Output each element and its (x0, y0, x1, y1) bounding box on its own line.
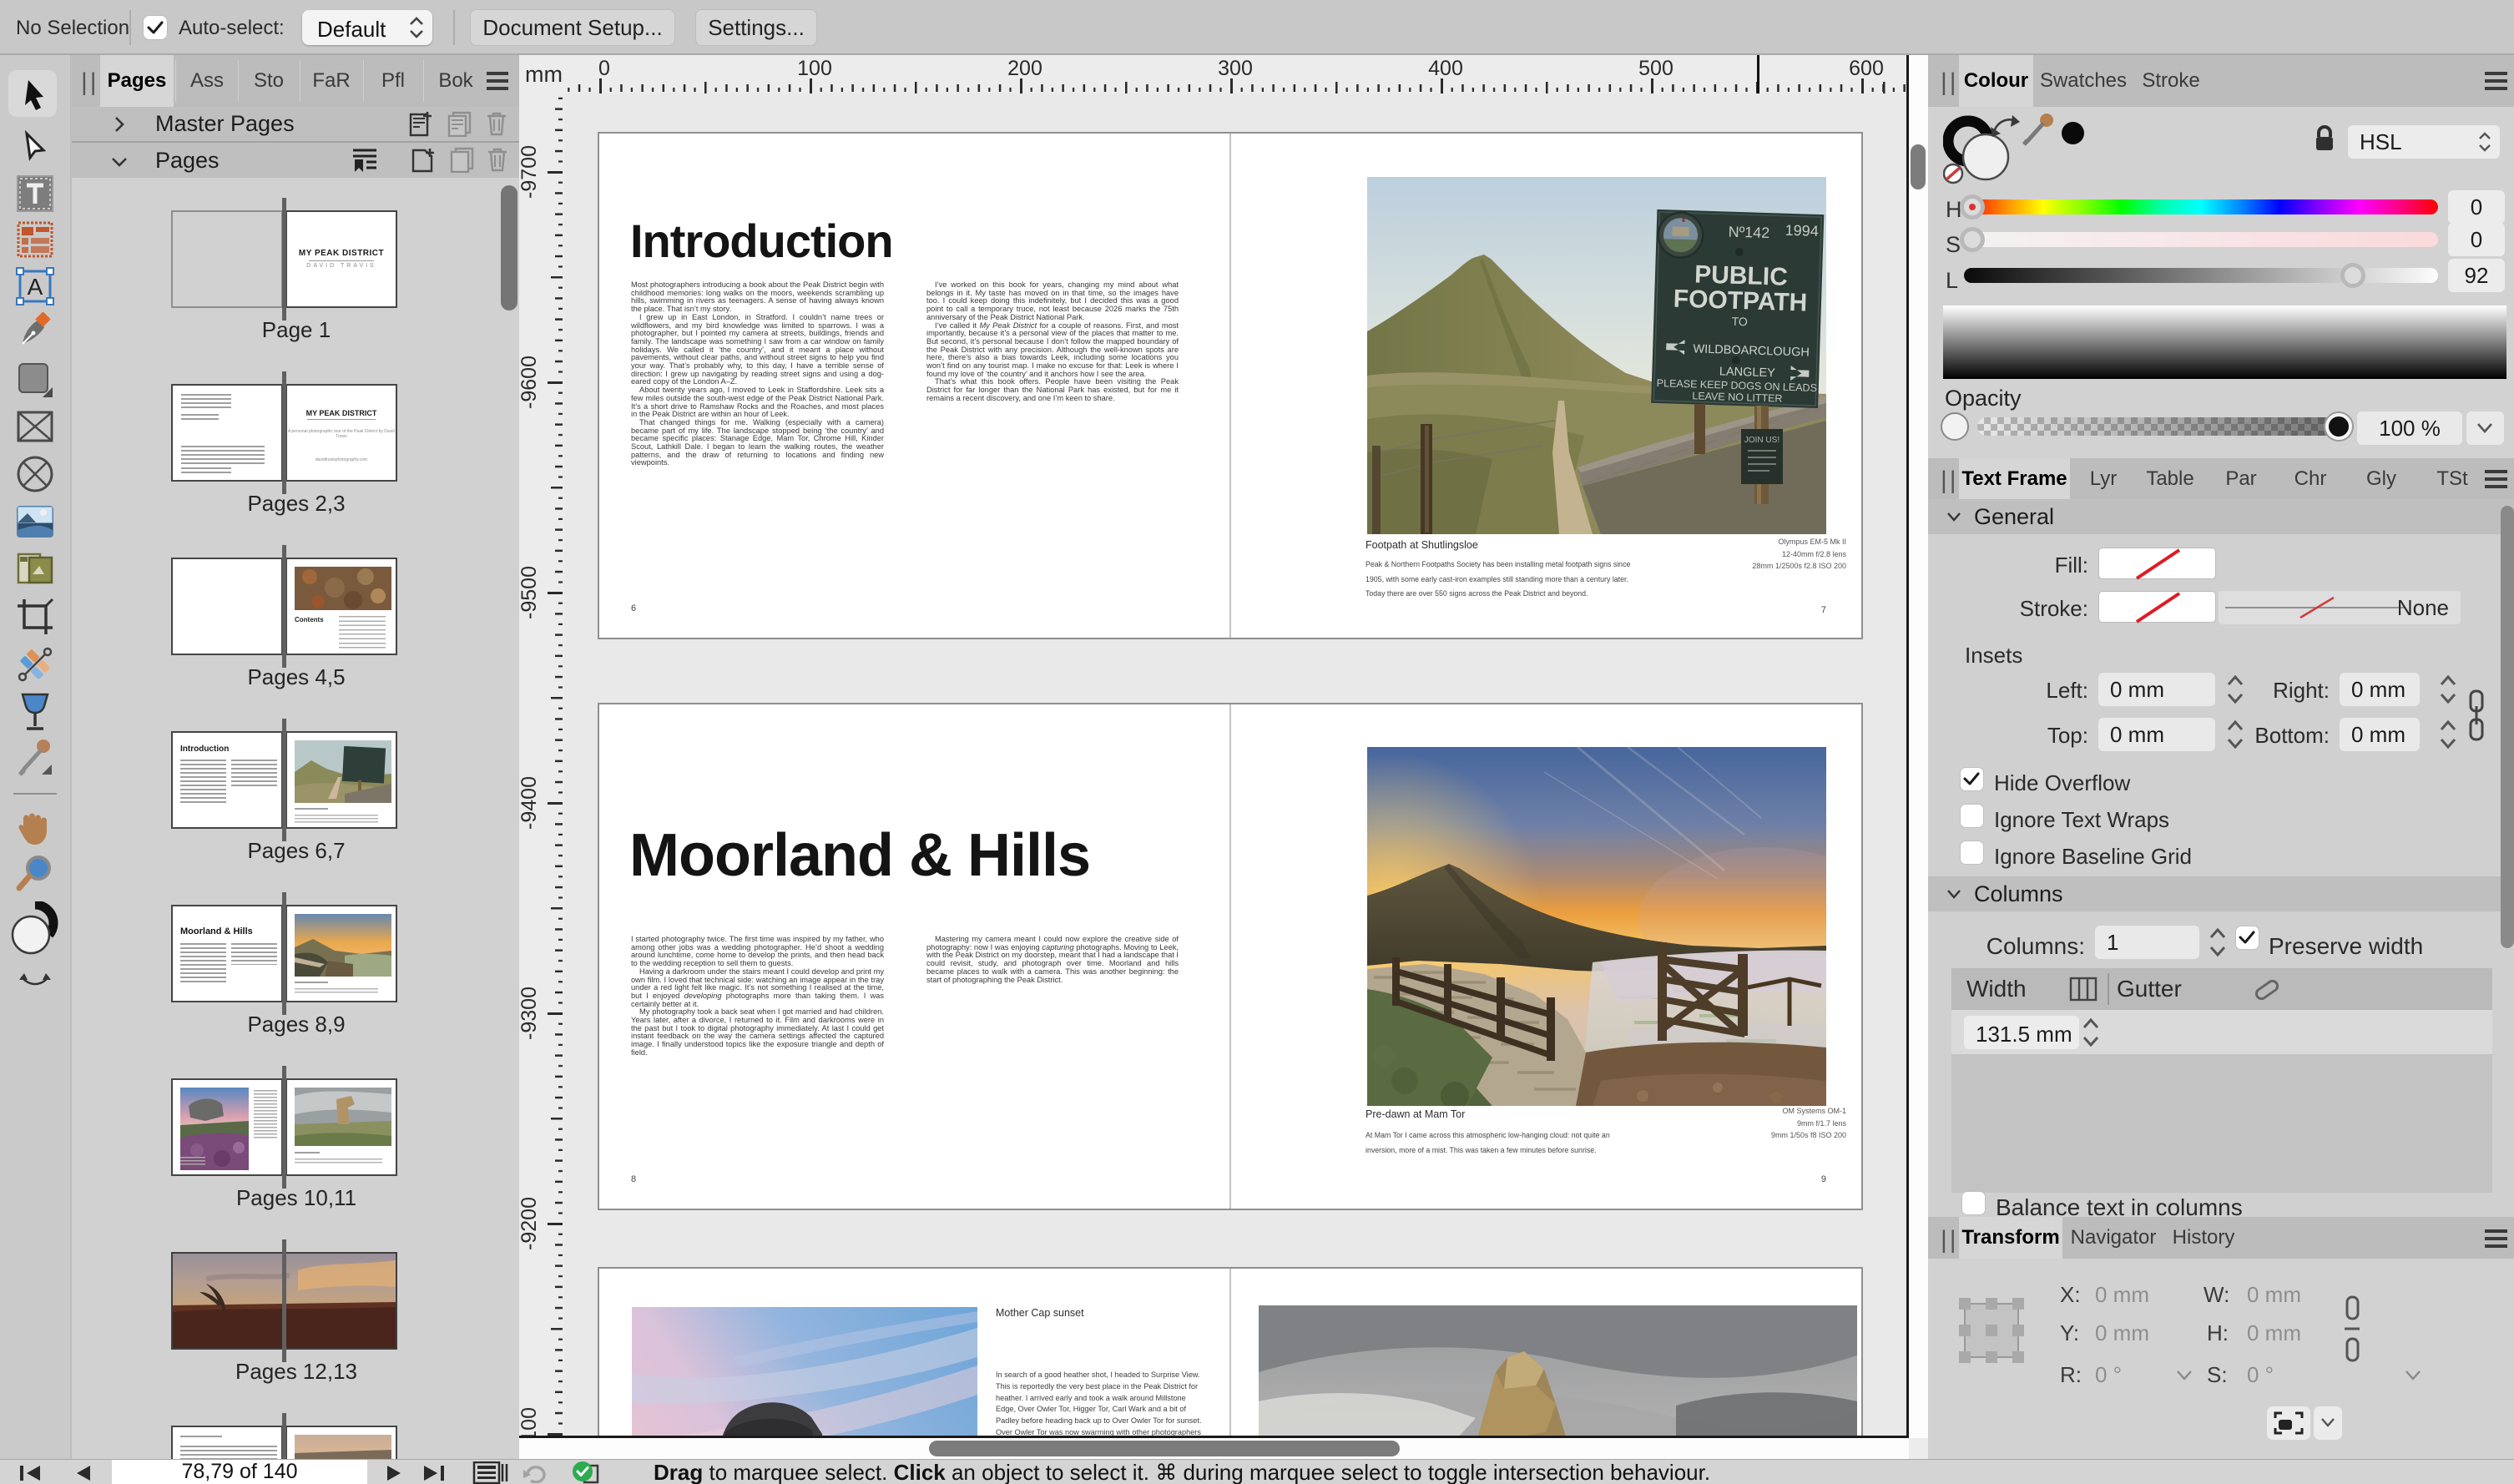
svg-text:JOIN US!: JOIN US! (1744, 436, 1779, 445)
svg-text:200: 200 (1007, 57, 1042, 80)
svg-text:LANGLEY: LANGLEY (1719, 365, 1776, 380)
svg-text:TO: TO (1731, 315, 1748, 329)
svg-text:-9700: -9700 (519, 145, 541, 199)
svg-text:-9300: -9300 (519, 987, 541, 1040)
svg-text:1994: 1994 (1785, 222, 1819, 240)
svg-text:-9500: -9500 (519, 566, 541, 619)
svg-text:Nº142: Nº142 (1728, 224, 1769, 242)
svg-text:400: 400 (1428, 57, 1463, 80)
svg-text:100: 100 (797, 57, 832, 80)
svg-text:300: 300 (1218, 57, 1253, 80)
svg-text:-9600: -9600 (519, 356, 541, 409)
svg-text:500: 500 (1638, 57, 1673, 80)
svg-text:600: 600 (1849, 57, 1884, 80)
svg-text:FOOTPATH: FOOTPATH (1673, 285, 1808, 317)
svg-text:A: A (28, 274, 43, 300)
svg-text:-9400: -9400 (519, 776, 541, 830)
svg-text:-9100: -9100 (519, 1407, 541, 1436)
svg-text:0: 0 (598, 57, 610, 80)
svg-text:-9200: -9200 (519, 1197, 541, 1250)
